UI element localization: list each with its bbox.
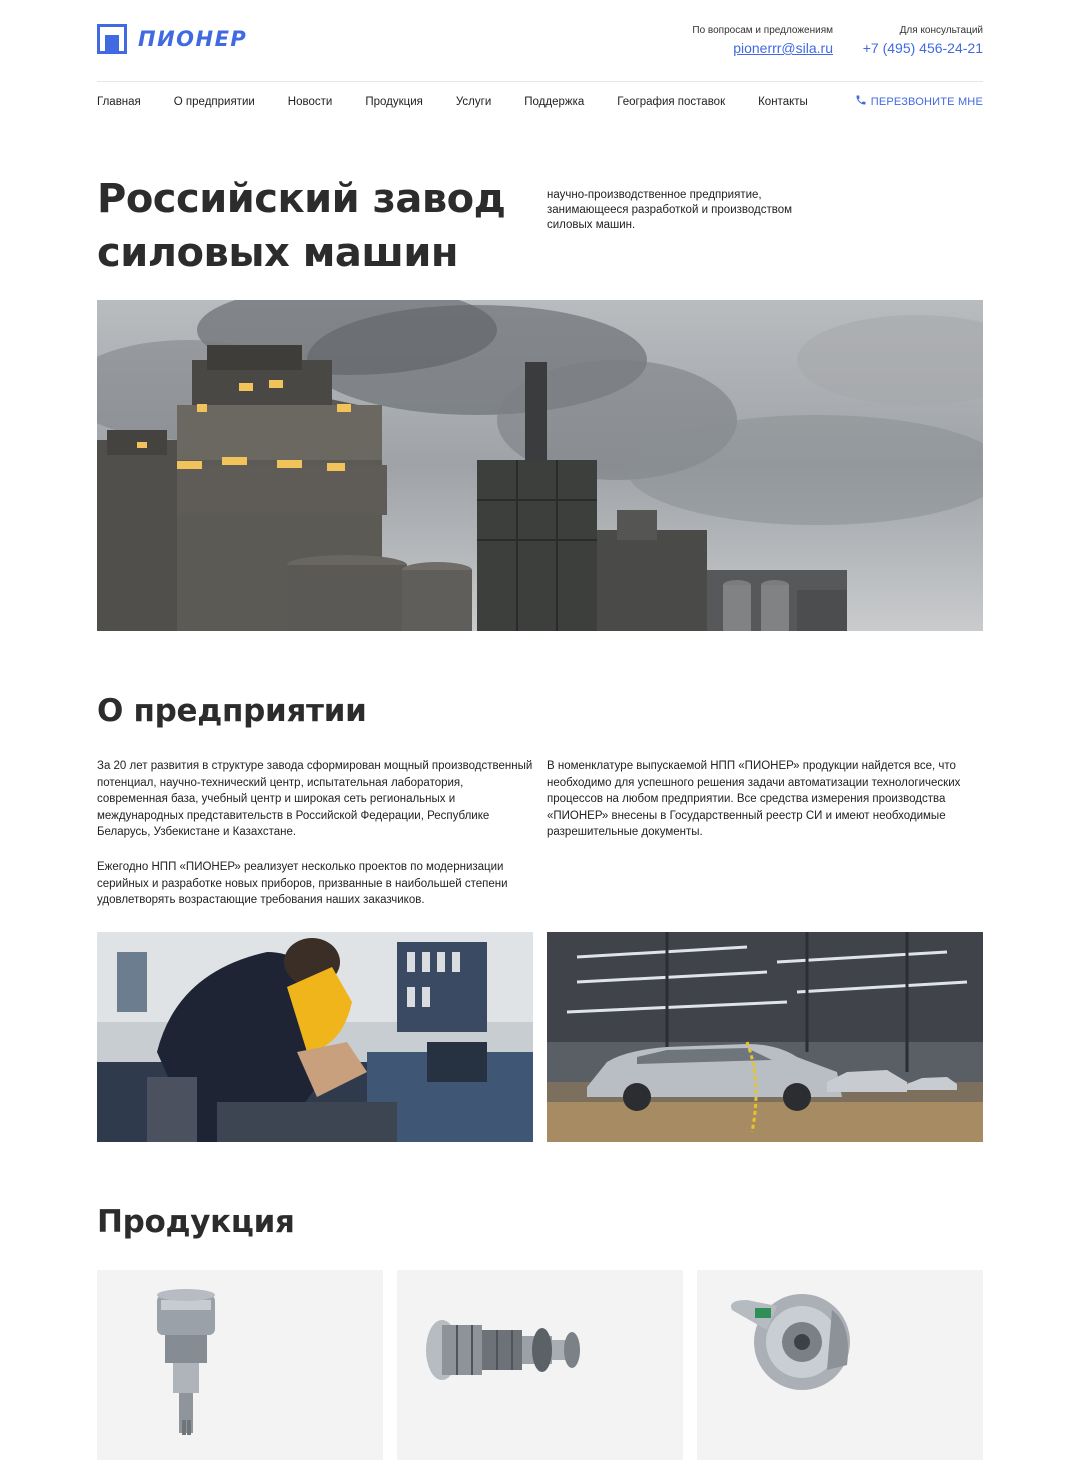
product-sensor-image bbox=[157, 1289, 215, 1435]
hero-factory-image bbox=[97, 300, 983, 631]
phone-contact: Для консультаций +7 (495) 456-24-21 bbox=[863, 24, 983, 57]
main-nav: Главная О предприятии Новости Продукция … bbox=[97, 92, 983, 112]
header-divider bbox=[97, 81, 983, 82]
nav-item-news[interactable]: Новости bbox=[288, 96, 333, 108]
logo-text: ПИОНЕР bbox=[138, 27, 248, 51]
email-contact: По вопросам и предложениям pionerrr@sila… bbox=[692, 24, 833, 57]
product-card[interactable] bbox=[97, 1270, 383, 1460]
phone-link[interactable]: +7 (495) 456-24-21 bbox=[863, 39, 983, 57]
product-card[interactable] bbox=[397, 1270, 683, 1460]
email-link[interactable]: pionerrr@sila.ru bbox=[692, 39, 833, 57]
nav-item-contacts[interactable]: Контакты bbox=[758, 96, 808, 108]
about-paragraph-3: В номенклатуре выпускаемой НПП «ПИОНЕР» … bbox=[547, 760, 961, 838]
nav-item-geography[interactable]: География поставок bbox=[617, 96, 725, 108]
product-turbocharger-image bbox=[731, 1294, 850, 1390]
welder-photo bbox=[97, 932, 533, 1142]
callback-label: ПЕРЕЗВОНИТЕ МНЕ bbox=[870, 95, 983, 108]
about-paragraph-2: Ежегодно НПП «ПИОНЕР» реализует нескольк… bbox=[97, 861, 508, 906]
logo-square-icon bbox=[97, 24, 127, 54]
product-turbine-image bbox=[426, 1320, 580, 1380]
hero-description: научно-производственное предприятие, зан… bbox=[547, 189, 793, 231]
nav-item-home[interactable]: Главная bbox=[97, 96, 141, 108]
email-caption: По вопросам и предложениям bbox=[692, 25, 833, 36]
callback-button[interactable]: ПЕРЕЗВОНИТЕ МНЕ bbox=[855, 94, 983, 109]
about-title: О предприятии bbox=[97, 693, 367, 729]
nav-item-about[interactable]: О предприятии bbox=[174, 96, 255, 108]
phone-icon bbox=[855, 94, 867, 109]
product-card[interactable] bbox=[697, 1270, 983, 1460]
nav-item-products[interactable]: Продукция bbox=[365, 96, 423, 108]
nav-item-services[interactable]: Услуги bbox=[456, 96, 491, 108]
about-paragraph-1: За 20 лет развития в структуре завода сф… bbox=[97, 760, 533, 838]
phone-caption: Для консультаций bbox=[899, 25, 983, 36]
car-assembly-photo bbox=[547, 932, 983, 1142]
site-header: ПИОНЕР По вопросам и предложениям pioner… bbox=[97, 24, 983, 64]
hero-title: Российский завод силовых машин bbox=[97, 172, 527, 280]
products-title: Продукция bbox=[97, 1204, 295, 1240]
nav-item-support[interactable]: Поддержка bbox=[524, 96, 584, 108]
hero-title-line2: силовых машин bbox=[97, 230, 459, 276]
logo[interactable]: ПИОНЕР bbox=[97, 24, 247, 54]
hero-title-line1: Российский завод bbox=[97, 176, 506, 222]
